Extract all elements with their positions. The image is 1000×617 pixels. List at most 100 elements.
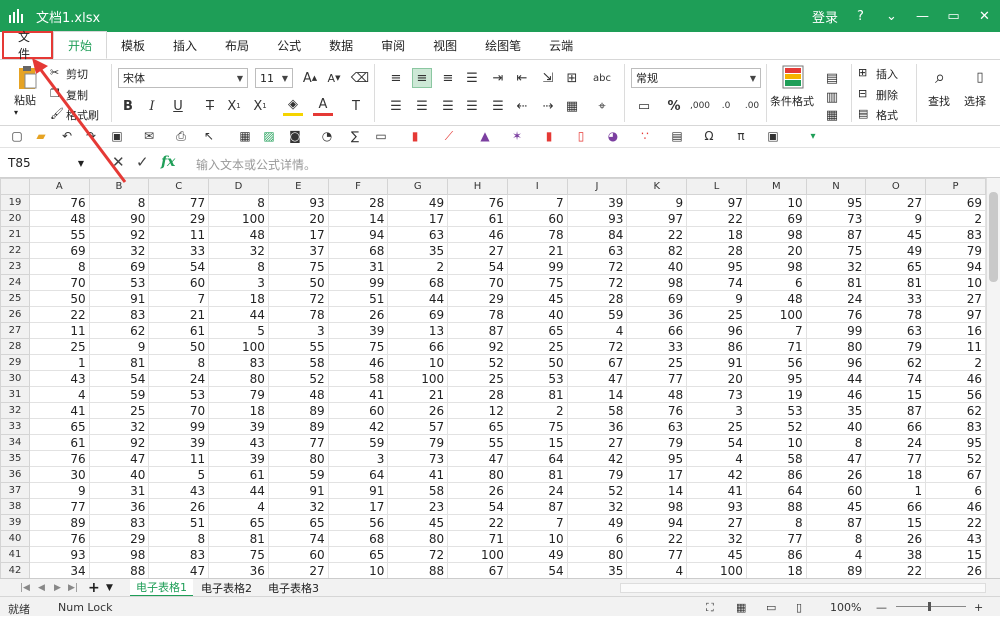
cell[interactable]: 20 (267, 210, 329, 227)
pointer-icon[interactable]: ↖ (200, 127, 218, 145)
row-header[interactable]: 39 (0, 514, 30, 531)
cell[interactable]: 32 (88, 418, 150, 435)
cell[interactable]: 1 (28, 354, 90, 371)
cell[interactable]: 24 (506, 482, 568, 499)
cell[interactable]: 11 (148, 226, 210, 243)
cell[interactable]: 87 (865, 402, 927, 419)
cell[interactable]: 91 (267, 482, 329, 499)
cell[interactable]: 75 (327, 338, 389, 355)
cell[interactable]: 62 (865, 354, 927, 371)
cell[interactable]: 24 (805, 290, 867, 307)
column-header[interactable]: B (88, 178, 150, 195)
cell[interactable]: 14 (327, 210, 389, 227)
cell[interactable]: 66 (865, 498, 927, 515)
vertical-scrollbar[interactable] (986, 178, 1000, 578)
cell[interactable]: 59 (566, 306, 628, 323)
cell[interactable]: 36 (208, 562, 269, 578)
row-header[interactable]: 23 (0, 258, 30, 275)
cell[interactable]: 32 (267, 498, 329, 515)
cell[interactable]: 63 (387, 226, 449, 243)
cell[interactable]: 99 (805, 322, 867, 339)
cell[interactable]: 96 (805, 354, 867, 371)
ribbon-menu-icon[interactable]: ⌄ (876, 0, 907, 32)
cell[interactable]: 52 (745, 418, 807, 435)
cell[interactable]: 35 (387, 242, 449, 259)
row-header[interactable]: 26 (0, 306, 30, 323)
cell[interactable]: 32 (208, 242, 269, 259)
cell[interactable]: 76 (626, 402, 688, 419)
paste-icon[interactable] (15, 64, 39, 92)
cell[interactable]: 60 (327, 402, 389, 419)
cell[interactable]: 15 (865, 386, 927, 403)
cell[interactable]: 96 (686, 322, 747, 339)
cell[interactable]: 32 (566, 498, 628, 515)
cell[interactable]: 80 (566, 546, 628, 563)
cell[interactable]: 8 (805, 530, 867, 547)
cell[interactable]: 93 (566, 210, 628, 227)
cell[interactable]: 19 (745, 386, 807, 403)
cell[interactable]: 73 (387, 450, 449, 467)
cell[interactable]: 26 (387, 402, 449, 419)
cell[interactable]: 99 (506, 258, 568, 275)
cell[interactable]: 51 (327, 290, 389, 307)
cell[interactable]: 26 (865, 530, 927, 547)
cell[interactable]: 83 (925, 226, 986, 243)
cell[interactable]: 49 (566, 514, 628, 531)
select-icon[interactable]: ▯ (968, 66, 992, 88)
row-header[interactable]: 20 (0, 210, 30, 227)
cell[interactable]: 22 (447, 514, 508, 531)
horizontal-scrollbar[interactable] (620, 583, 986, 593)
cell[interactable]: 10 (327, 562, 389, 578)
cell[interactable]: 9 (626, 194, 688, 211)
merge-icon[interactable]: ⊞ (562, 68, 582, 88)
cell[interactable]: 81 (506, 386, 568, 403)
cell[interactable]: 91 (88, 290, 150, 307)
cell[interactable]: 26 (447, 482, 508, 499)
format-painter-icon[interactable]: 🖌 (50, 107, 64, 120)
cell[interactable]: 21 (506, 242, 568, 259)
cell[interactable]: 100 (387, 370, 449, 387)
cell[interactable]: 6 (925, 482, 986, 499)
zoom-slider-thumb[interactable] (928, 602, 931, 611)
cell[interactable]: 76 (28, 530, 90, 547)
cell[interactable]: 94 (327, 226, 389, 243)
cell[interactable]: 23 (387, 498, 449, 515)
cell[interactable]: 75 (267, 258, 329, 275)
cell[interactable]: 8 (28, 258, 90, 275)
wrap-text-icon[interactable]: ☰ (462, 68, 482, 88)
cell[interactable]: 45 (506, 290, 568, 307)
cell[interactable]: 46 (327, 354, 389, 371)
sheet-tab-1[interactable]: 电子表格1 (130, 579, 193, 597)
cell[interactable]: 81 (865, 274, 927, 291)
cell[interactable]: 49 (506, 546, 568, 563)
cell[interactable]: 8 (148, 530, 210, 547)
cell[interactable]: 87 (506, 498, 568, 515)
cell[interactable]: 68 (327, 530, 389, 547)
cell[interactable]: 47 (148, 562, 210, 578)
column-header[interactable]: C (148, 178, 210, 195)
select-button[interactable]: 选择 (964, 93, 986, 109)
cell[interactable]: 9 (686, 290, 747, 307)
cell[interactable]: 1 (865, 482, 927, 499)
cut-icon[interactable]: ✂ (50, 66, 59, 79)
cell[interactable]: 65 (28, 418, 90, 435)
cell[interactable]: 48 (745, 290, 807, 307)
cell[interactable]: 77 (865, 450, 927, 467)
form-icon[interactable]: ▤ (668, 127, 686, 145)
cell[interactable]: 54 (447, 258, 508, 275)
cell[interactable]: 25 (447, 370, 508, 387)
cell[interactable]: 74 (686, 274, 747, 291)
cell[interactable]: 64 (327, 466, 389, 483)
cell[interactable]: 87 (805, 226, 867, 243)
cell[interactable]: 66 (865, 418, 927, 435)
outdent-icon[interactable]: ⇤ (512, 68, 532, 88)
cell[interactable]: 27 (566, 434, 628, 451)
cell[interactable]: 71 (745, 338, 807, 355)
row-header[interactable]: 29 (0, 354, 30, 371)
sheet-tab-3[interactable]: 电子表格3 (262, 579, 325, 597)
cell[interactable]: 80 (805, 338, 867, 355)
cell[interactable]: 22 (925, 514, 986, 531)
cell[interactable]: 76 (805, 306, 867, 323)
cell[interactable]: 83 (88, 306, 150, 323)
image-icon[interactable]: ▨ (260, 127, 278, 145)
